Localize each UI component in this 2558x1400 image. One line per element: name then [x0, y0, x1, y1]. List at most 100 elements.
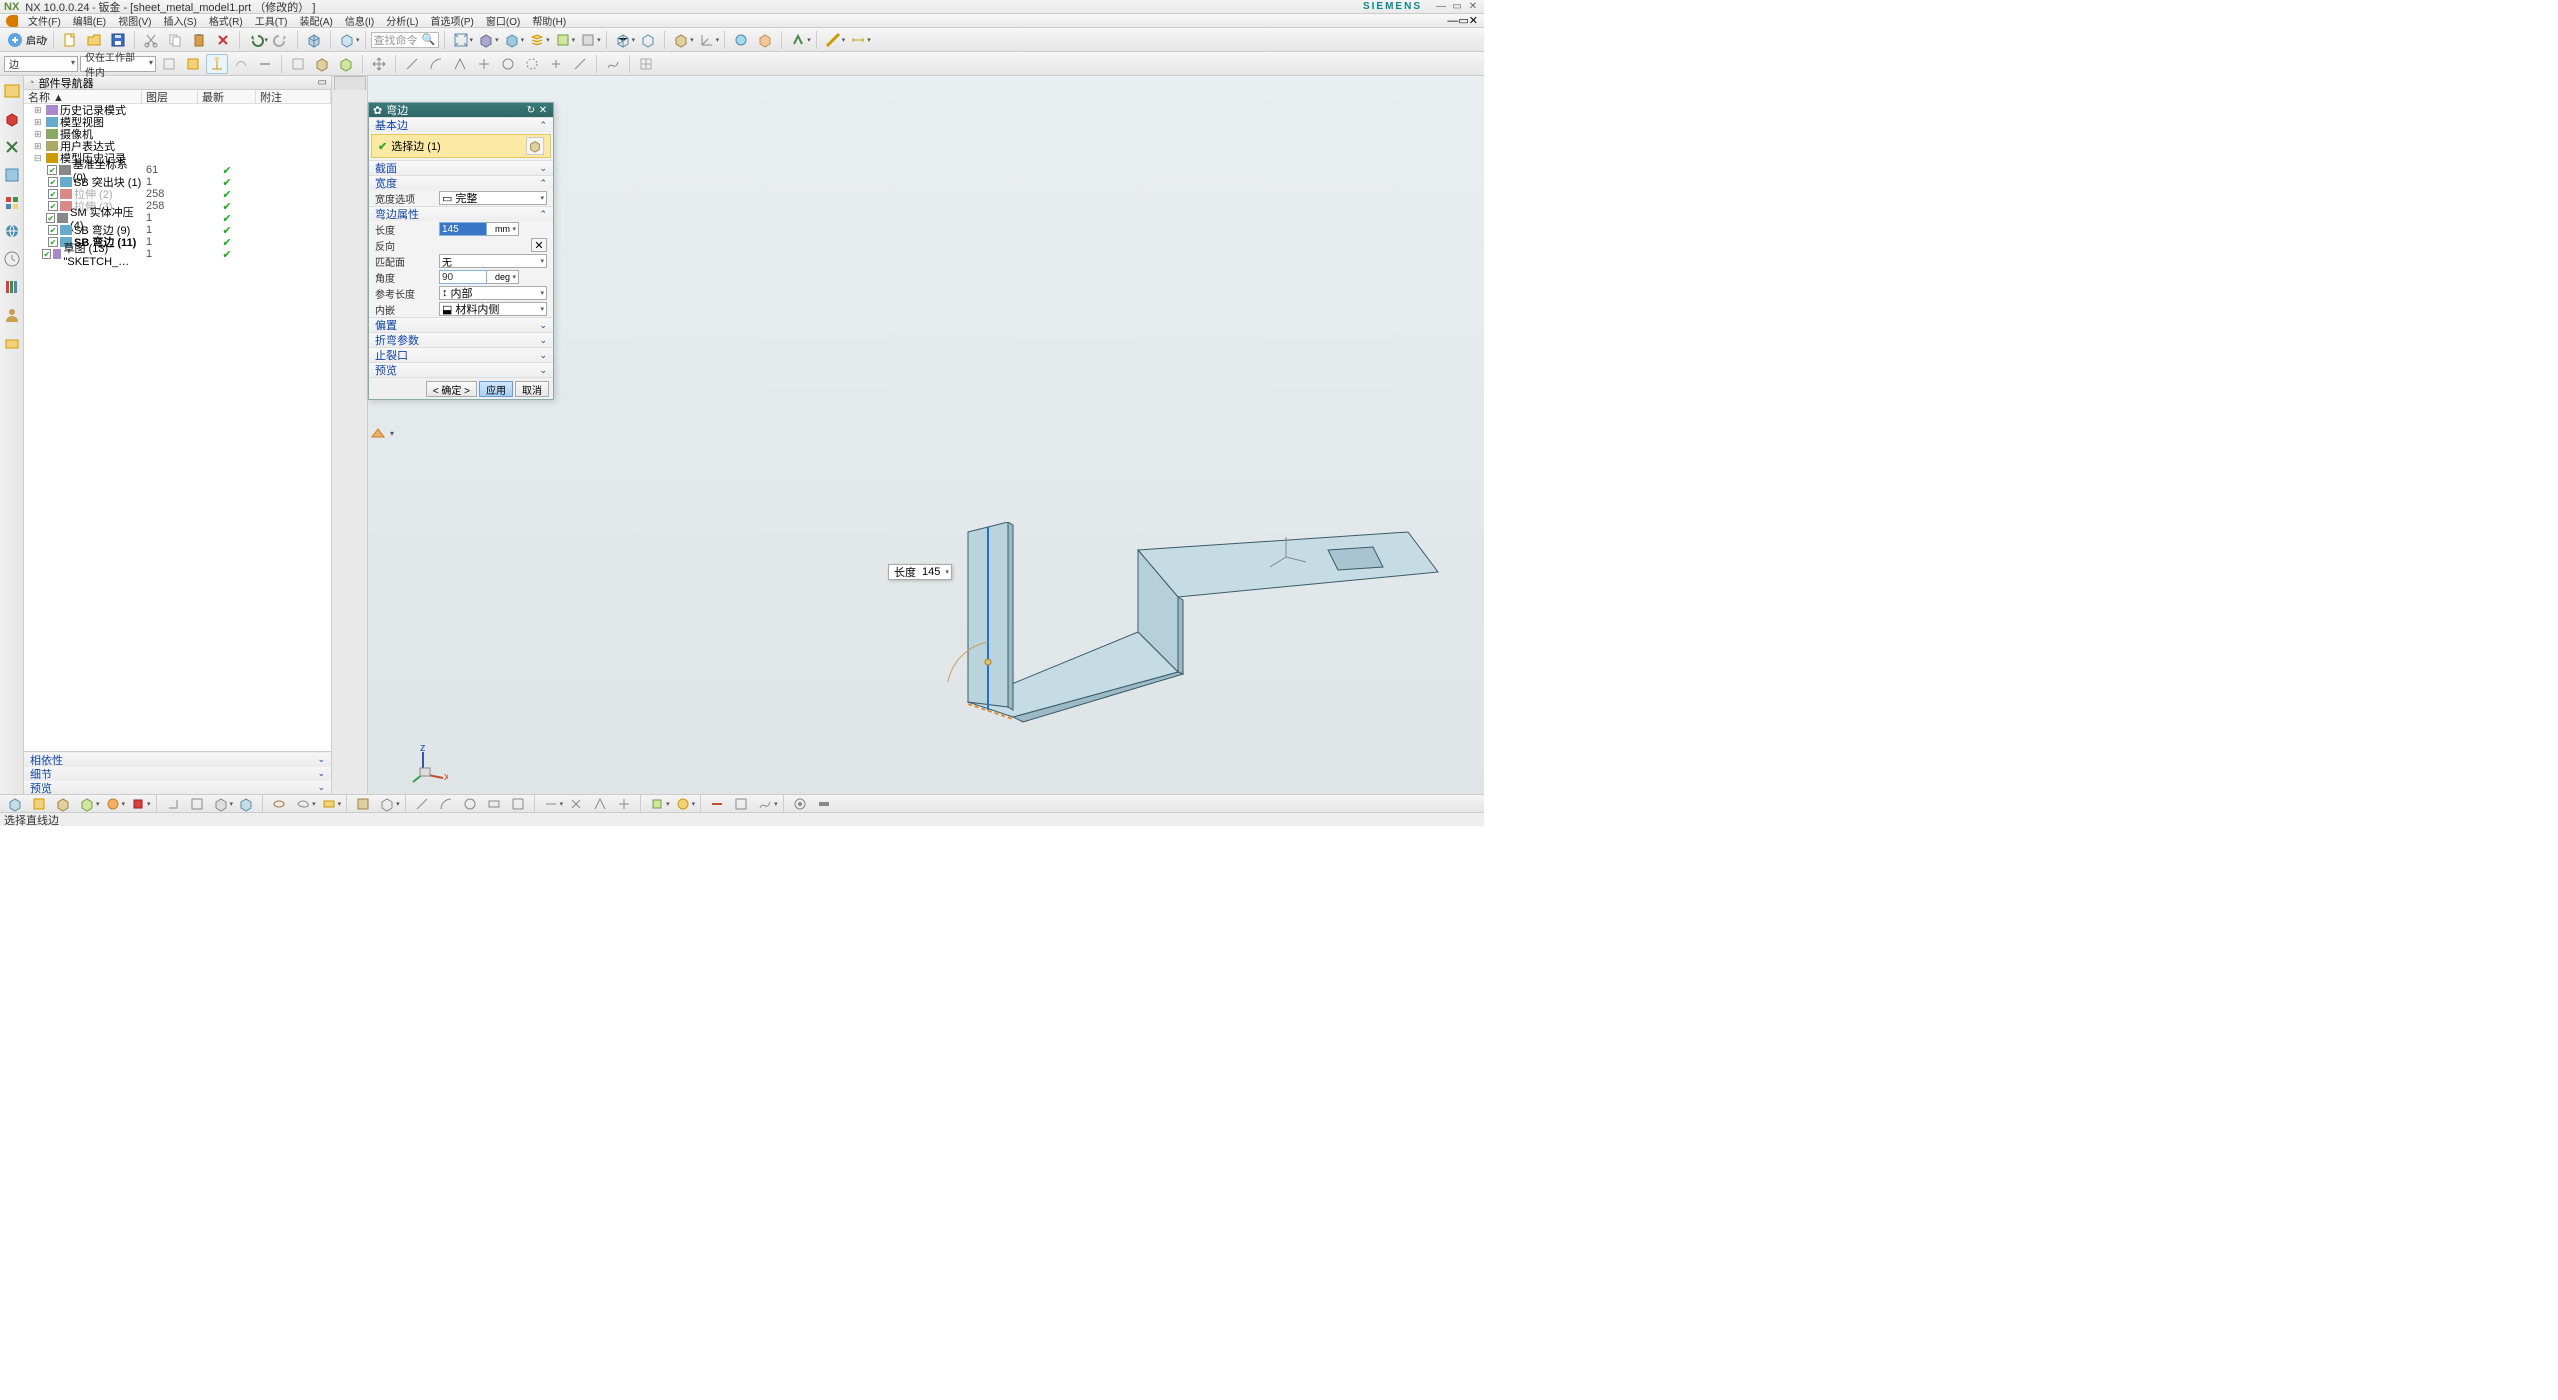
angle-unit[interactable]: deg — [487, 270, 519, 284]
circle-icon[interactable] — [497, 54, 519, 74]
line-icon[interactable] — [401, 54, 423, 74]
sec-props[interactable]: 弯边属性⌃ — [369, 207, 553, 221]
pt2-icon[interactable] — [473, 54, 495, 74]
apply-button[interactable]: 应用 — [479, 381, 513, 397]
footer-preview[interactable]: 预览⌄ — [24, 780, 331, 794]
sel8-icon[interactable] — [335, 54, 357, 74]
bt22-icon[interactable] — [565, 794, 587, 814]
inset-select[interactable]: ⬓材料内侧 — [439, 302, 547, 316]
paste-icon[interactable] — [188, 30, 210, 50]
doc-minimize-button[interactable]: — — [1447, 15, 1458, 27]
col-layer[interactable]: 图层 — [142, 90, 198, 103]
bt31-icon[interactable] — [813, 794, 835, 814]
sel2-icon[interactable] — [182, 54, 204, 74]
sec-section[interactable]: 截面⌄ — [369, 161, 553, 175]
start-menu-icon[interactable] — [6, 15, 18, 27]
new-icon[interactable] — [59, 30, 81, 50]
filter-combo[interactable]: 边 — [4, 56, 78, 72]
rb-reuse-icon[interactable] — [3, 166, 21, 184]
doc-close-button[interactable]: ✕ — [1469, 14, 1478, 27]
bt6-icon[interactable] — [127, 794, 149, 814]
bt3-icon[interactable] — [52, 794, 74, 814]
width-option-select[interactable]: ▭完整 — [439, 191, 547, 205]
rb-constraint-icon[interactable] — [3, 138, 21, 156]
select-edge-row[interactable]: ✔ 选择边 (1) — [371, 134, 551, 158]
bt18-icon[interactable] — [459, 794, 481, 814]
bt12-icon[interactable] — [292, 794, 314, 814]
collapsed-tab[interactable] — [334, 76, 366, 90]
select-cube-icon[interactable] — [526, 137, 544, 155]
bt21-icon[interactable] — [540, 794, 562, 814]
dialog-gear-icon[interactable]: ✿ — [373, 104, 382, 117]
bt29-icon[interactable] — [754, 794, 776, 814]
wire2-icon[interactable] — [637, 30, 659, 50]
iso-icon[interactable] — [670, 30, 692, 50]
fit-icon[interactable] — [450, 30, 472, 50]
rb-process-icon[interactable] — [3, 334, 21, 352]
bt7-icon[interactable] — [162, 794, 184, 814]
delete-icon[interactable] — [212, 30, 234, 50]
menu-format[interactable]: 格式(R) — [203, 13, 249, 28]
sel1-icon[interactable] — [158, 54, 180, 74]
footer-details[interactable]: 细节⌄ — [24, 766, 331, 780]
clip-icon[interactable] — [552, 30, 574, 50]
menu-window[interactable]: 窗口(O) — [480, 13, 526, 28]
plus-icon[interactable] — [545, 54, 567, 74]
rb-color-icon[interactable] — [3, 278, 21, 296]
minimize-button[interactable]: — — [1434, 1, 1448, 13]
sec-preview[interactable]: 预览⌄ — [369, 363, 553, 377]
bt17-icon[interactable] — [435, 794, 457, 814]
col-name[interactable]: 名称 ▲ — [24, 90, 142, 103]
sel5-icon[interactable] — [254, 54, 276, 74]
menu-help[interactable]: 帮助(H) — [526, 13, 572, 28]
bt4-icon[interactable] — [76, 794, 98, 814]
pt1-icon[interactable] — [449, 54, 471, 74]
cancel-button[interactable]: 取消 — [515, 381, 549, 397]
bt15-icon[interactable] — [376, 794, 398, 814]
reverse-button[interactable]: ✕ — [531, 238, 547, 252]
footer-dependency[interactable]: 相依性⌄ — [24, 752, 331, 766]
circdash-icon[interactable] — [521, 54, 543, 74]
mini-tool-icon[interactable] — [368, 423, 388, 443]
length-input[interactable] — [439, 222, 487, 236]
restore-button[interactable]: ▭ — [1450, 1, 1464, 13]
tree-row[interactable]: ✔草图 (13) "SKETCH_…1✔ — [24, 248, 331, 260]
bt16-icon[interactable] — [411, 794, 433, 814]
menu-view[interactable]: 视图(V) — [112, 13, 157, 28]
rb-hd3d-icon[interactable] — [3, 194, 21, 212]
rb-history-icon[interactable] — [3, 250, 21, 268]
menu-info[interactable]: 信息(I) — [339, 13, 380, 28]
bt30-icon[interactable] — [789, 794, 811, 814]
match-select[interactable]: 无 — [439, 254, 547, 268]
bt13-icon[interactable] — [318, 794, 340, 814]
angle-input[interactable] — [439, 270, 487, 284]
bt1-icon[interactable] — [4, 794, 26, 814]
spline-icon[interactable] — [602, 54, 624, 74]
col-note[interactable]: 附注 — [256, 90, 331, 103]
bt9-icon[interactable] — [210, 794, 232, 814]
render2-icon[interactable] — [501, 30, 523, 50]
menu-assembly[interactable]: 装配(A) — [293, 13, 338, 28]
tool-a-icon[interactable] — [730, 30, 752, 50]
bt2-icon[interactable] — [28, 794, 50, 814]
start-button[interactable] — [4, 30, 26, 50]
bt23-icon[interactable] — [589, 794, 611, 814]
menu-analysis[interactable]: 分析(L) — [380, 13, 424, 28]
dialog-reset-icon[interactable]: ↻ — [525, 105, 537, 116]
render1-icon[interactable] — [475, 30, 497, 50]
cube1-icon[interactable] — [303, 30, 325, 50]
open-icon[interactable] — [83, 30, 105, 50]
menu-insert[interactable]: 插入(S) — [157, 13, 202, 28]
bt19-icon[interactable] — [483, 794, 505, 814]
axis-icon[interactable] — [696, 30, 718, 50]
bt10-icon[interactable] — [235, 794, 257, 814]
ok-button[interactable]: < 确定 > — [426, 381, 477, 397]
rb-nav-icon[interactable] — [3, 82, 21, 100]
save-icon[interactable] — [107, 30, 129, 50]
tool-b-icon[interactable] — [754, 30, 776, 50]
dim-icon[interactable] — [847, 30, 869, 50]
bt11-icon[interactable] — [268, 794, 290, 814]
length-unit[interactable]: mm — [487, 222, 519, 236]
bt20-icon[interactable] — [507, 794, 529, 814]
diag-icon[interactable] — [569, 54, 591, 74]
